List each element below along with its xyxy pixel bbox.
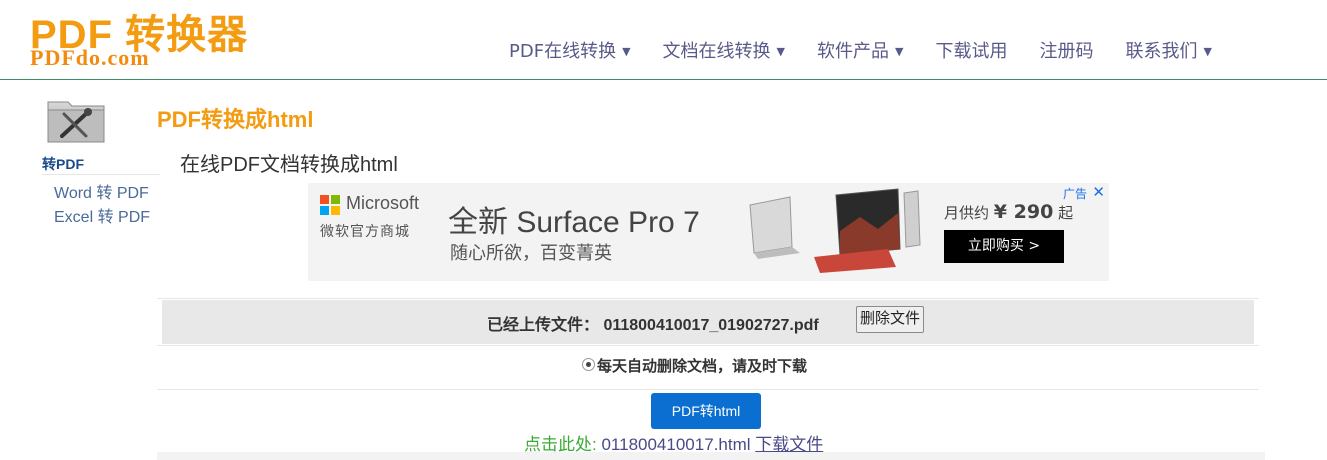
ad-buy-button[interactable]: 立即购买 > bbox=[944, 230, 1064, 263]
close-icon[interactable]: ✕ bbox=[1092, 183, 1105, 201]
microsoft-logo-icon bbox=[320, 195, 340, 215]
ad-brand: Microsoft bbox=[346, 193, 420, 213]
ad-store-name: 微软官方商城 bbox=[320, 224, 410, 240]
divider bbox=[157, 389, 1259, 390]
ad-banner[interactable]: Microsoft 微软官方商城 全新 Surface Pro 7 随心所欲，百… bbox=[308, 183, 1109, 281]
caret-down-icon: ▼ bbox=[776, 45, 786, 58]
page-title: PDF转换成html bbox=[157, 107, 314, 132]
ad-slogan: 随心所欲，百变菁英 bbox=[450, 243, 612, 264]
nav-software-products[interactable]: 软件产品 ▼ bbox=[801, 38, 919, 68]
bottom-strip bbox=[157, 452, 1265, 460]
auto-delete-notice: 每天自动删除文档，请及时下载 bbox=[582, 355, 807, 376]
sidebar-link-excel-to-pdf[interactable]: Excel 转 PDF bbox=[54, 203, 150, 227]
page-subtitle: 在线PDF文档转换成html bbox=[180, 154, 398, 176]
ad-label: 广告 bbox=[1062, 187, 1087, 201]
top-header: PDF 转换器 PDFdo.com PDF在线转换 ▼ 文档在线转换 ▼ 软件产品 ▼… bbox=[0, 0, 1327, 80]
nav-doc-online-convert[interactable]: 文档在线转换 ▼ bbox=[647, 38, 801, 68]
upload-status-bar: 已经上传文件： 011800410017_01902727.pdf 删除文件 bbox=[162, 300, 1254, 344]
caret-down-icon: ▼ bbox=[622, 45, 631, 58]
divider bbox=[157, 345, 1259, 346]
surface-device-image bbox=[749, 188, 921, 273]
pdf-tool-icon bbox=[47, 101, 105, 143]
delete-file-button[interactable]: 删除文件 bbox=[856, 306, 925, 333]
ad-price: 月供约 ¥ 290 起 bbox=[944, 201, 1074, 223]
divider bbox=[157, 298, 1259, 299]
caret-down-icon: ▼ bbox=[895, 45, 904, 58]
caret-down-icon: ▼ bbox=[1203, 45, 1212, 58]
nav-pdf-online-convert[interactable]: PDF在线转换 ▼ bbox=[493, 38, 647, 68]
nav-download-trial[interactable]: 下载试用 bbox=[919, 38, 1023, 68]
main-nav: PDF在线转换 ▼ 文档在线转换 ▼ 软件产品 ▼ 下载试用 注册码 联系我们 ▼ bbox=[493, 38, 1228, 68]
site-logo[interactable]: PDF 转换器 PDFdo.com bbox=[30, 2, 247, 72]
radio-selected-icon[interactable] bbox=[582, 358, 595, 371]
sidebar-link-word-to-pdf[interactable]: Word 转 PDF bbox=[54, 179, 149, 203]
sidebar-heading: 转PDF bbox=[42, 156, 84, 172]
nav-contact-us[interactable]: 联系我们 ▼ bbox=[1109, 38, 1227, 68]
convert-button[interactable]: PDF转html bbox=[651, 393, 761, 429]
sidebar-divider bbox=[42, 174, 160, 175]
nav-registration-code[interactable]: 注册码 bbox=[1023, 38, 1109, 68]
ad-headline: 全新 Surface Pro 7 bbox=[448, 206, 700, 239]
uploaded-file-text: 已经上传文件： 011800410017_01902727.pdf bbox=[487, 317, 819, 334]
logo-domain: PDFdo.com bbox=[30, 45, 150, 70]
